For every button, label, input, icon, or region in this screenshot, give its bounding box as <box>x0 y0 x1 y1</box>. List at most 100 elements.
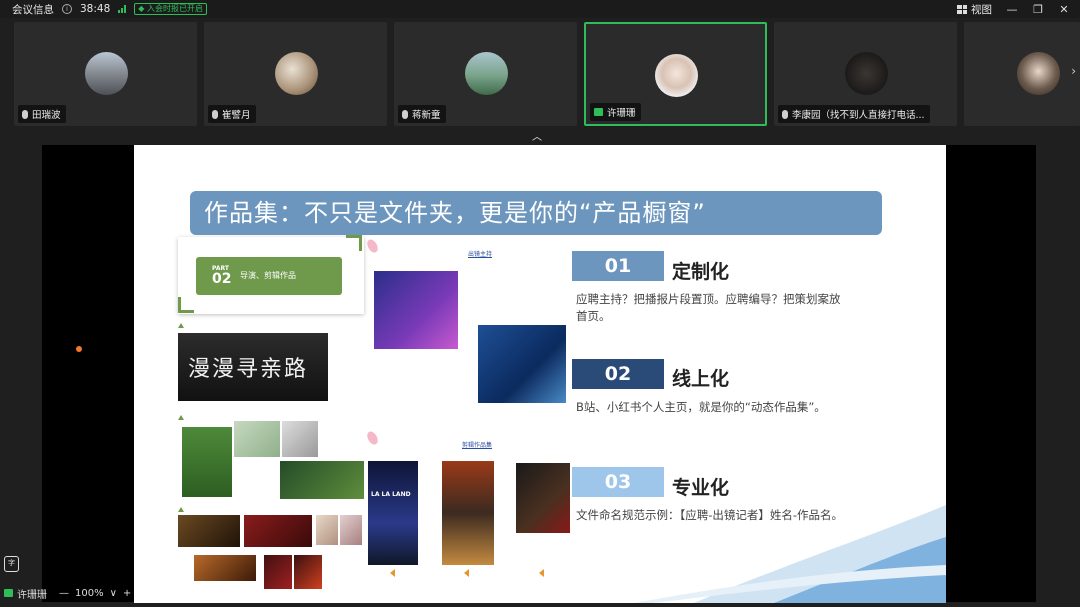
record-status-badge[interactable]: ◆ 入会时报已开启 <box>134 3 207 15</box>
meeting-info-label[interactable]: 会议信息 <box>12 2 54 17</box>
bottom-bar: 许珊珊 — 100% ∨ + <box>0 583 400 603</box>
presenter-name: 许珊珊 <box>17 589 47 601</box>
grid-view-icon <box>957 4 967 14</box>
film-thumbnail <box>194 555 256 581</box>
mic-icon <box>22 109 28 119</box>
view-button[interactable]: 视图 <box>957 2 992 17</box>
avatar <box>274 52 318 95</box>
editing-portfolio-link[interactable]: 剪辑作品集 <box>462 440 492 449</box>
participant-name: 李康园（找不到人直接打电话... <box>792 110 925 121</box>
ad-thumbnail <box>182 427 232 497</box>
avatar <box>1017 52 1060 95</box>
part-card-label: PART 02 导演、剪辑作品 <box>196 257 342 295</box>
ad-thumbnail <box>280 461 364 499</box>
view-label: 视图 <box>971 3 992 16</box>
avatar <box>844 52 888 95</box>
participant-name: 许珊珊 <box>607 108 636 119</box>
screen-share-icon <box>594 108 603 116</box>
shield-icon: ◆ <box>138 4 147 13</box>
info-icon[interactable]: i <box>62 4 72 14</box>
participant-name-tag: 许珊珊 <box>590 103 641 121</box>
restore-button[interactable]: ❐ <box>1032 3 1044 16</box>
participant-tile[interactable]: 李康园（找不到人直接打电话... <box>774 22 957 126</box>
avatar <box>84 52 128 95</box>
hosting-link[interactable]: 出镜主持 <box>468 249 492 258</box>
triangle-marker <box>178 507 184 512</box>
film-thumbnail <box>316 515 338 545</box>
participant-name-tag: 崔譬月 <box>208 105 256 123</box>
participant-name-tag: 李康园（找不到人直接打电话... <box>778 105 930 123</box>
participant-tile-active[interactable]: 许珊珊 <box>584 22 767 126</box>
slide-title-banner: 作品集：不只是文件夹，更是你的“产品橱窗” <box>190 191 882 235</box>
zoom-control: — 100% ∨ + <box>59 588 131 599</box>
mic-icon <box>212 109 218 119</box>
pointer-dot <box>76 346 82 352</box>
participant-name-tag: 田瑞波 <box>18 105 66 123</box>
section-title: 专业化 <box>672 477 730 499</box>
participant-name: 蒋新童 <box>412 110 441 121</box>
participant-tile[interactable]: 田瑞波 <box>14 22 197 126</box>
mic-icon <box>782 109 788 119</box>
triangle-marker <box>178 415 184 420</box>
avatar <box>654 54 698 97</box>
corner-decoration <box>178 297 194 313</box>
section-description: B站、小红书个人主页，就是你的“动态作品集”。 <box>576 400 826 414</box>
calligraphy-thumbnail: 漫漫寻亲路 <box>178 333 328 401</box>
collapse-chevron-icon[interactable]: ︿ <box>532 128 542 143</box>
part-card: PART 02 导演、剪辑作品 <box>178 237 364 314</box>
wine-poster <box>516 463 570 533</box>
shared-slide: 作品集：不只是文件夹，更是你的“产品橱窗” PART 02 导演、剪辑作品 漫漫… <box>134 145 946 603</box>
next-page-arrow-icon[interactable]: › <box>1071 64 1076 78</box>
participant-strip: 田瑞波 崔譬月 蒋新童 许珊珊 李康园（找不到人直接打电话... › <box>0 22 1080 128</box>
slide-title: 作品集：不只是文件夹，更是你的“产品橱窗” <box>204 199 706 227</box>
section-title: 定制化 <box>672 261 730 283</box>
section-number-01: 01 <box>572 251 664 281</box>
corner-decoration <box>346 235 362 251</box>
participant-name-tag: 蒋新童 <box>398 105 446 123</box>
poster-title: LA LA LAND <box>371 491 411 498</box>
section-title: 线上化 <box>672 368 730 390</box>
participant-name: 崔譬月 <box>222 110 251 121</box>
participant-tile[interactable]: 蒋新童 <box>394 22 577 126</box>
movie-poster: LA LA LAND <box>368 461 418 565</box>
section-description: 应聘主持？把播报片段置顶。应聘编导？把策划案放首页。 <box>576 292 841 323</box>
film-thumbnail <box>244 515 312 547</box>
screen-share-icon <box>4 589 13 597</box>
mic-icon <box>402 109 408 119</box>
film-thumbnail <box>178 515 240 547</box>
minimize-button[interactable]: — <box>1006 3 1018 16</box>
participant-tile[interactable]: 崔譬月 <box>204 22 387 126</box>
zoom-level[interactable]: 100% <box>75 588 104 599</box>
section-description: 文件命名规范示例：【应聘-出镜记者】姓名-作品名。 <box>576 508 844 522</box>
top-bar: 会议信息 i 38:48 ◆ 入会时报已开启 视图 — ❐ ✕ <box>0 0 1080 18</box>
hosting-photo <box>374 271 458 349</box>
hosting-photo <box>478 325 566 403</box>
part-title: 导演、剪辑作品 <box>240 271 296 280</box>
zoom-out-button[interactable]: — <box>59 588 69 599</box>
zoom-dropdown-icon[interactable]: ∨ <box>110 588 117 599</box>
section-number: 01 <box>604 255 632 277</box>
ad-thumbnail <box>234 421 280 457</box>
calligraphy-text: 漫漫寻亲路 <box>188 357 309 382</box>
movie-poster <box>442 461 494 565</box>
caption-icon[interactable]: 字 <box>4 556 19 572</box>
meeting-timer: 38:48 <box>80 3 111 15</box>
close-button[interactable]: ✕ <box>1058 3 1070 16</box>
ad-thumbnail <box>282 421 318 457</box>
record-status-text: 入会时报已开启 <box>146 4 203 13</box>
film-thumbnail <box>340 515 362 545</box>
zoom-in-button[interactable]: + <box>123 588 131 599</box>
play-marker-icon <box>390 569 395 577</box>
section-number: 02 <box>604 363 632 385</box>
avatar <box>464 52 508 95</box>
participant-tile[interactable]: › <box>964 22 1080 126</box>
section-number: 03 <box>604 471 632 493</box>
play-marker-icon <box>539 569 544 577</box>
section-number-03: 03 <box>572 467 664 497</box>
section-number-02: 02 <box>572 359 664 389</box>
triangle-marker <box>178 323 184 328</box>
signal-icon <box>118 5 127 13</box>
participant-name: 田瑞波 <box>32 110 61 121</box>
play-marker-icon <box>464 569 469 577</box>
part-number: 02 <box>212 271 232 287</box>
